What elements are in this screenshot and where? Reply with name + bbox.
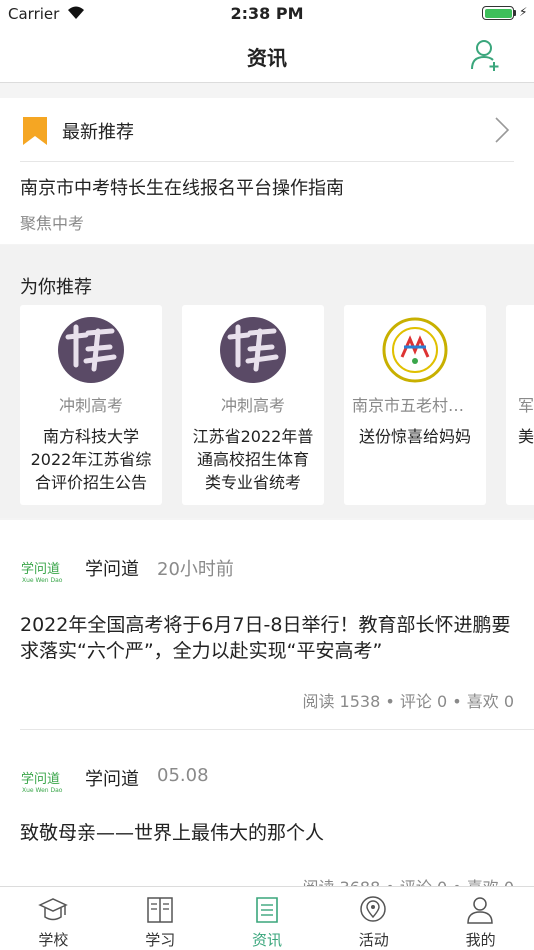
status-bar: Carrier 2:38 PM ⚡ <box>0 0 534 28</box>
author-logo: 学问道 Xue Wen Dao <box>21 771 63 794</box>
tab-bar: 学校 学习 资讯 活动 我的 <box>0 886 534 950</box>
featured-label: 最新推荐 <box>62 122 134 143</box>
tab-mine[interactable]: 我的 <box>427 887 534 950</box>
recommend-title: 为你推荐 <box>20 277 92 298</box>
tab-school[interactable]: 学校 <box>0 887 107 950</box>
tab-label: 我的 <box>465 931 496 949</box>
channel-avatar <box>58 317 124 383</box>
recommend-card[interactable]: 冲刺高考 南方科技大学2022年江苏省综合评价招生公告 <box>20 305 162 505</box>
book-icon <box>147 897 173 923</box>
page-title: 资讯 <box>247 46 287 70</box>
news-icon <box>255 897 278 923</box>
article-time: 05.08 <box>157 765 209 786</box>
tab-label: 资讯 <box>251 931 282 949</box>
svg-text:Xue Wen Dao: Xue Wen Dao <box>22 787 63 794</box>
school-logo <box>382 317 448 383</box>
card-source: 军 <box>518 396 534 415</box>
recommend-carousel[interactable]: 冲刺高考 南方科技大学2022年江苏省综合评价招生公告 冲刺高考 江苏省2022… <box>0 305 534 505</box>
svg-text:学问道: 学问道 <box>21 561 60 577</box>
card-title: 送份惊喜给妈妈 <box>358 427 471 446</box>
card-source: 冲刺高考 <box>58 396 123 415</box>
article-title: 2022年全国高考将于6月7日-8日举行！教育部长怀进鹏要求落实“六个严”，全力… <box>20 614 511 662</box>
featured-header[interactable]: 最新推荐 <box>20 114 514 162</box>
author-logo: 学问道 Xue Wen Dao <box>21 561 63 584</box>
location-pin-icon <box>360 896 387 922</box>
svg-text:学问道: 学问道 <box>21 771 60 787</box>
svg-text:Xue Wen Dao: Xue Wen Dao <box>22 577 63 584</box>
recommend-card[interactable]: 军 美三 <box>506 305 534 505</box>
featured-section: 最新推荐 南京市中考特长生在线报名平台操作指南 聚焦中考 <box>0 98 534 244</box>
article-stats: 阅读 1538 • 评论 0 • 喜欢 0 <box>302 692 514 711</box>
card-source: 冲刺高考 <box>220 396 285 415</box>
card-source: 南京市五老村小学 <box>352 396 478 415</box>
chevron-right-icon[interactable] <box>494 116 510 144</box>
recommend-section: 为你推荐 冲刺高考 南方科技大学2022年江苏省综合评价招生公告 冲刺高考 江苏… <box>0 245 534 518</box>
add-user-icon[interactable] <box>470 38 502 72</box>
article-time: 20小时前 <box>157 559 234 580</box>
recommend-card[interactable]: 南京市五老村小学 送份惊喜给妈妈 <box>344 305 486 505</box>
tab-label: 学习 <box>145 931 176 949</box>
battery-icon <box>482 6 514 20</box>
article-author: 学问道 <box>85 559 139 580</box>
tab-activity[interactable]: 活动 <box>320 887 427 950</box>
tab-label: 学校 <box>38 931 69 949</box>
article-author: 学问道 <box>85 769 139 790</box>
article-title: 致敬母亲——世界上最伟大的那个人 <box>20 822 325 844</box>
article-item[interactable]: 学问道 Xue Wen Dao 学问道 20小时前 2022年全国高考将于6月7… <box>0 520 534 730</box>
battery-tip <box>514 10 516 16</box>
tab-news[interactable]: 资讯 <box>214 887 321 950</box>
card-title: 江苏省2022年普通高校招生体育类专业省统考 <box>192 427 314 492</box>
person-icon <box>467 897 493 924</box>
graduation-cap-icon <box>38 898 68 921</box>
bookmark-icon <box>23 117 47 145</box>
article-item[interactable]: 学问道 Xue Wen Dao 学问道 05.08 致敬母亲——世界上最伟大的那… <box>0 730 534 897</box>
card-title: 美三 <box>518 427 534 446</box>
channel-avatar <box>220 317 286 383</box>
tab-study[interactable]: 学习 <box>107 887 214 950</box>
status-time: 2:38 PM <box>230 4 304 23</box>
card-title: 南方科技大学2022年江苏省综合评价招生公告 <box>30 427 152 492</box>
featured-article-title[interactable]: 南京市中考特长生在线报名平台操作指南 <box>20 174 344 200</box>
recommend-card[interactable]: 冲刺高考 江苏省2022年普通高校招生体育类专业省统考 <box>182 305 324 505</box>
featured-article-source: 聚焦中考 <box>20 214 85 233</box>
tab-label: 活动 <box>358 931 389 949</box>
charging-icon: ⚡ <box>519 5 528 19</box>
nav-bar: 资讯 <box>0 28 534 83</box>
